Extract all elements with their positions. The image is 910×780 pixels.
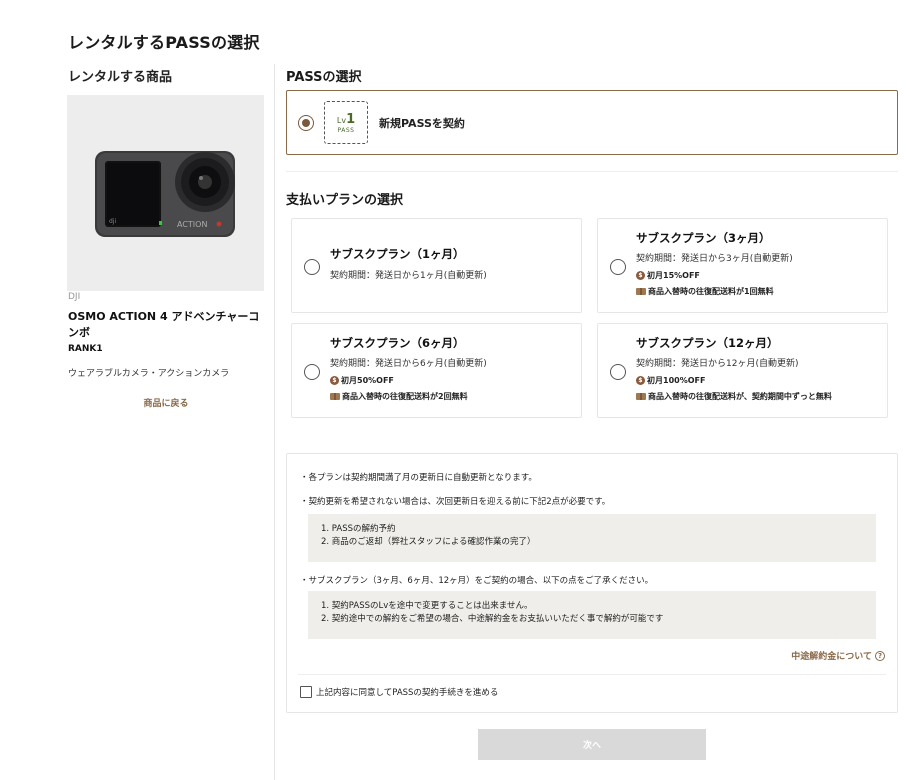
column-divider bbox=[274, 64, 275, 780]
svg-text:dji: dji bbox=[109, 218, 116, 225]
plan-perk-discount: $ 初月15%OFF bbox=[636, 270, 700, 281]
plan-section-title: 支払いプランの選択 bbox=[286, 193, 404, 208]
cancel-fee-link[interactable]: 中途解約金について ? bbox=[791, 649, 885, 662]
notes-divider bbox=[298, 674, 886, 675]
plan-perk-discount: $ 初月50%OFF bbox=[330, 375, 394, 386]
section-divider bbox=[286, 171, 898, 172]
plan-period: 契約期間：発送日から6ヶ月(自動更新) bbox=[330, 359, 487, 369]
product-category: ウェアラブルカメラ・アクションカメラ bbox=[68, 369, 230, 379]
subscription-terms-box: 1. 契約PASSのLvを途中で変更することは出来ません。 2. 契約途中での解… bbox=[308, 591, 876, 639]
next-button[interactable]: 次へ bbox=[478, 729, 706, 760]
badge-level-number: 1 bbox=[346, 112, 356, 127]
term-item: 1. 契約PASSのLvを途中で変更することは出来ません。 bbox=[321, 601, 533, 611]
terms-notes: ・各プランは契約期間満了月の更新日に自動更新となります。 ・契約更新を希望されな… bbox=[286, 453, 898, 713]
plan-radio-3m[interactable] bbox=[610, 259, 626, 275]
product-name: OSMO ACTION 4 アドベンチャーコンボ bbox=[68, 310, 260, 339]
plan-perk-shipping: 商品入替時の往復配送料が1回無料 bbox=[636, 286, 774, 297]
note-cancel-requirements: ・契約更新を希望されない場合は、次回更新日を迎える前に下記2点が必要です。 bbox=[300, 497, 611, 507]
note-subscription-terms: ・サブスクプラン（3ヶ月、6ヶ月、12ヶ月）をご契約の場合、以下の点をご了承くだ… bbox=[300, 576, 654, 586]
requirement-item: 1. PASSの解約予約 bbox=[321, 524, 396, 534]
coin-icon: $ bbox=[636, 271, 645, 280]
product-image: ACTION dji bbox=[67, 95, 264, 291]
pass-option-radio[interactable] bbox=[298, 115, 314, 131]
svg-text:ACTION: ACTION bbox=[177, 220, 207, 229]
agree-checkbox[interactable] bbox=[300, 686, 312, 698]
pass-section-title: PASSの選択 bbox=[286, 70, 362, 85]
plan-name: サブスクプラン（3ヶ月） bbox=[636, 231, 771, 245]
lv1-pass-badge-icon: Lv1 PASS bbox=[324, 101, 368, 144]
plan-card-6m[interactable]: サブスクプラン（6ヶ月） 契約期間：発送日から6ヶ月(自動更新) $ 初月50%O… bbox=[291, 323, 582, 418]
pass-option-new[interactable]: Lv1 PASS 新規PASSを契約 bbox=[286, 90, 898, 155]
plan-perk-shipping: 商品入替時の往復配送料が2回無料 bbox=[330, 391, 468, 402]
help-icon: ? bbox=[875, 650, 885, 661]
plan-name: サブスクプラン（1ヶ月） bbox=[330, 247, 465, 261]
plan-card-1m[interactable]: サブスクプラン（1ヶ月） 契約期間：発送日から1ヶ月(自動更新) bbox=[291, 218, 582, 313]
badge-lv: Lv bbox=[336, 116, 347, 125]
plan-radio-1m[interactable] bbox=[304, 259, 320, 275]
note-auto-renew: ・各プランは契約期間満了月の更新日に自動更新となります。 bbox=[300, 473, 537, 483]
badge-pass-word: PASS bbox=[337, 127, 355, 134]
shipping-box-icon bbox=[636, 288, 646, 295]
requirement-item: 2. 商品のご返却（弊社スタッフによる確認作業の完了） bbox=[321, 537, 536, 547]
pass-option-label: 新規PASSを契約 bbox=[379, 117, 465, 130]
plan-card-12m[interactable]: サブスクプラン（12ヶ月） 契約期間：発送日から12ヶ月(自動更新) $ 初月10… bbox=[597, 323, 888, 418]
plan-perk-discount: $ 初月100%OFF bbox=[636, 375, 705, 386]
camera-illustration: ACTION dji bbox=[95, 151, 235, 237]
coin-icon: $ bbox=[636, 376, 645, 385]
plan-card-3m[interactable]: サブスクプラン（3ヶ月） 契約期間：発送日から3ヶ月(自動更新) $ 初月15%O… bbox=[597, 218, 888, 313]
plan-period: 契約期間：発送日から1ヶ月(自動更新) bbox=[330, 271, 487, 281]
cancel-fee-label: 中途解約金について bbox=[791, 652, 872, 662]
agree-terms[interactable]: 上記内容に同意してPASSの契約手続きを進める bbox=[300, 686, 498, 698]
plan-radio-12m[interactable] bbox=[610, 364, 626, 380]
term-item: 2. 契約途中での解約をご希望の場合、中途解約金をお支払いいただく事で解約が可能… bbox=[321, 614, 664, 624]
product-brand: DJI bbox=[68, 292, 81, 302]
back-to-product-link[interactable]: 商品に戻る bbox=[68, 396, 264, 409]
coin-icon: $ bbox=[330, 376, 339, 385]
plan-radio-6m[interactable] bbox=[304, 364, 320, 380]
plan-period: 契約期間：発送日から3ヶ月(自動更新) bbox=[636, 254, 793, 264]
plan-name: サブスクプラン（6ヶ月） bbox=[330, 336, 465, 350]
shipping-box-icon bbox=[636, 393, 646, 400]
plan-period: 契約期間：発送日から12ヶ月(自動更新) bbox=[636, 359, 799, 369]
plan-name: サブスクプラン（12ヶ月） bbox=[636, 336, 779, 350]
shipping-box-icon bbox=[330, 393, 340, 400]
product-rank: RANK1 bbox=[68, 344, 103, 354]
page-title: レンタルするPASSの選択 bbox=[68, 33, 260, 52]
plan-perk-shipping: 商品入替時の往復配送料が、契約期間中ずっと無料 bbox=[636, 391, 832, 402]
cancel-requirements-box: 1. PASSの解約予約 2. 商品のご返却（弊社スタッフによる確認作業の完了） bbox=[308, 514, 876, 562]
product-heading: レンタルする商品 bbox=[68, 70, 173, 85]
agree-label: 上記内容に同意してPASSの契約手続きを進める bbox=[316, 688, 499, 698]
